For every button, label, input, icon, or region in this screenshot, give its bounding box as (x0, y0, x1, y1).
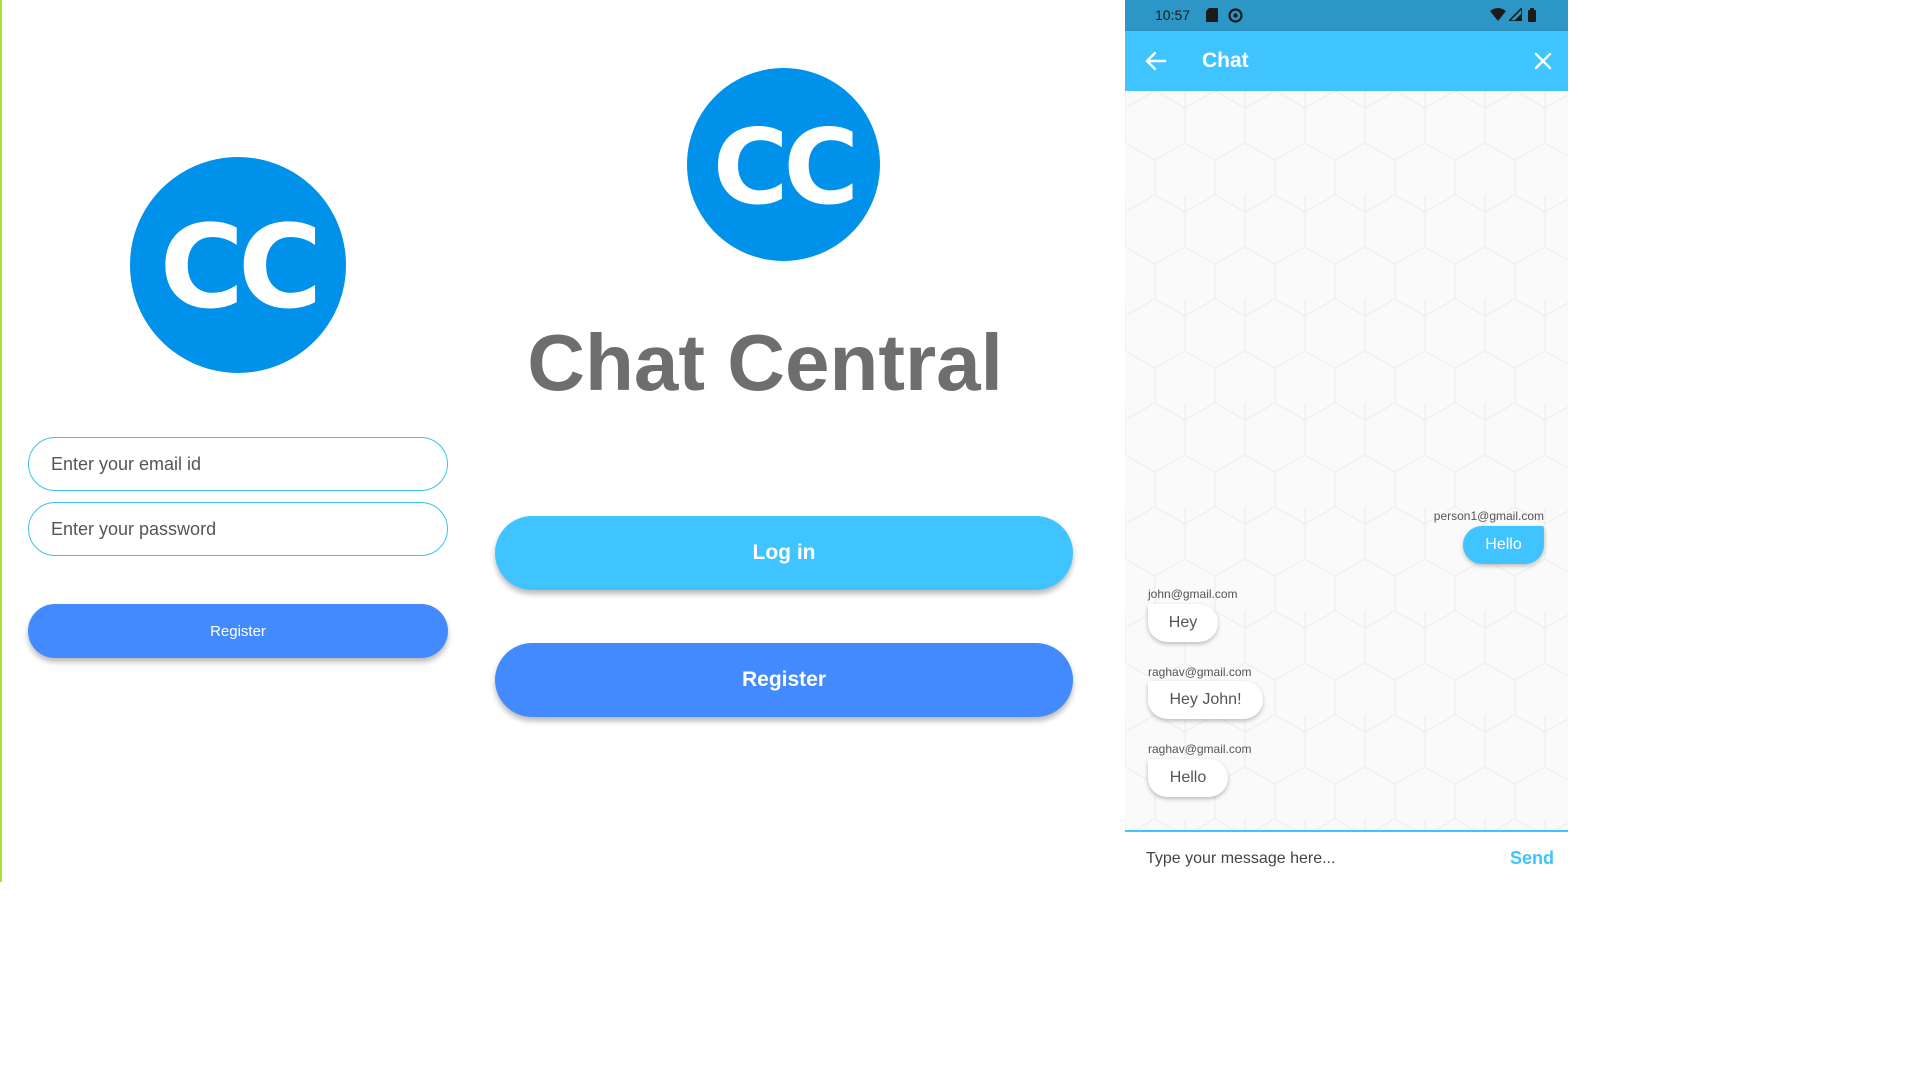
signal-icon (1507, 6, 1523, 24)
app-title: Chat Central (527, 318, 1003, 407)
message-bubble: Hello (1463, 526, 1544, 564)
message-sender: raghav@gmail.com (1148, 742, 1252, 756)
message-sender: john@gmail.com (1148, 587, 1238, 601)
app-bar: Chat (1125, 31, 1568, 91)
battery-icon (1528, 8, 1536, 25)
password-placeholder: Enter your password (51, 518, 217, 539)
window-edge (0, 0, 2, 882)
wifi-icon (1490, 8, 1506, 24)
welcome-register-button-label: Register (741, 668, 827, 691)
message-text: Hey (1168, 614, 1198, 631)
email-field[interactable]: Enter your email id (28, 437, 448, 491)
login-button[interactable]: Log in (495, 516, 1073, 590)
welcome-logo: CC (687, 68, 880, 261)
welcome-register-button[interactable]: Register (495, 643, 1073, 717)
register-button[interactable]: Register (28, 604, 448, 658)
sim-card-icon (1206, 8, 1218, 25)
password-field[interactable]: Enter your password (28, 502, 448, 556)
status-time: 10:57 (1155, 7, 1191, 23)
message-sender: person1@gmail.com (1433, 509, 1544, 523)
chat-title: Chat (1202, 49, 1249, 72)
logo-icon: CC (687, 68, 880, 261)
screenshot-stage: CC Enter your email id Enter your passwo… (0, 0, 1568, 882)
message-text: Hello (1169, 769, 1207, 786)
message-input[interactable]: Type your message here... (1146, 850, 1335, 868)
message-composer: Type your message here... Send (1125, 830, 1568, 882)
email-placeholder: Enter your email id (51, 453, 202, 474)
register-button-label: Register (210, 622, 266, 640)
svg-text:CC: CC (713, 108, 854, 228)
message-bubble: Hey John! (1148, 681, 1263, 719)
login-button-label: Log in (752, 541, 816, 564)
message-text: Hey John! (1169, 691, 1242, 708)
message-sender: raghav@gmail.com (1148, 665, 1252, 679)
message-text: Hello (1485, 536, 1522, 553)
status-bar: 10:57 (1125, 0, 1568, 31)
logo-icon: CC (130, 157, 346, 373)
chat-background-pattern (1125, 91, 1568, 831)
arrow-back-icon[interactable] (1143, 48, 1169, 74)
svg-text:CC: CC (160, 201, 317, 335)
app-logo: CC (130, 157, 346, 373)
send-button[interactable]: Send (1510, 848, 1554, 869)
message-bubble: Hello (1148, 759, 1228, 797)
chat-screen: 10:57 Chat person1@gmail.com Hello john@… (1125, 0, 1568, 882)
at-sign-icon (1228, 8, 1243, 26)
close-icon[interactable] (1530, 48, 1556, 74)
message-bubble: Hey (1148, 604, 1218, 642)
